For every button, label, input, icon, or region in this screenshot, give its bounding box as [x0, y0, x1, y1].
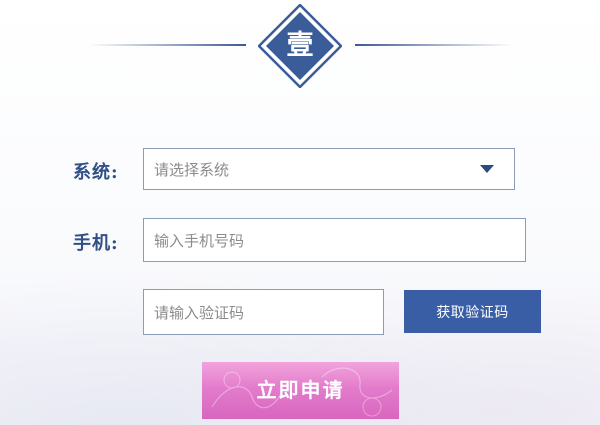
header-divider-right: [355, 44, 513, 46]
phone-input-placeholder: 输入手机号码: [154, 231, 245, 250]
system-label: 系统:: [73, 162, 119, 183]
phone-label: 手机:: [73, 233, 119, 254]
submit-button[interactable]: 立即申请: [202, 362, 399, 419]
verification-code-input[interactable]: 请输入验证码: [143, 289, 384, 335]
header-divider-left: [88, 44, 246, 46]
system-select-placeholder: 请选择系统: [154, 160, 230, 179]
step-badge-number: 壹: [286, 30, 314, 61]
chevron-down-icon[interactable]: [480, 165, 494, 173]
phone-input[interactable]: 输入手机号码: [143, 218, 526, 262]
application-form-page: 壹 系统: 请选择系统 手机: 输入手机号码 请输入验证码 获取验证码 立即申请: [0, 0, 600, 425]
verification-code-placeholder: 请输入验证码: [154, 303, 245, 322]
get-code-button[interactable]: 获取验证码: [404, 290, 541, 333]
submit-button-label: 立即申请: [256, 378, 345, 402]
system-select[interactable]: 请选择系统: [143, 148, 515, 190]
